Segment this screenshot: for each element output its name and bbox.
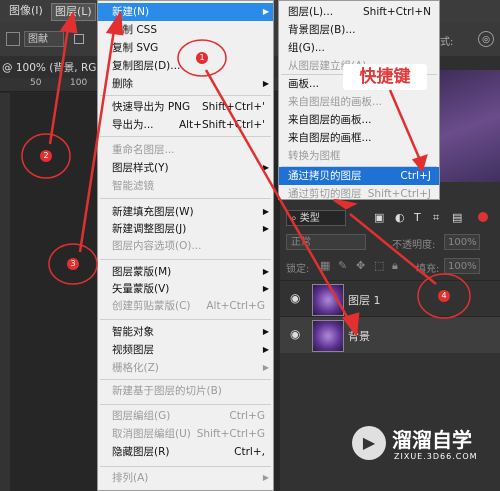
annotation-marker: 3 xyxy=(67,258,79,270)
annotation-overlay xyxy=(21,10,471,338)
annotation-arrow xyxy=(48,27,70,145)
annotation-arrowhead xyxy=(333,198,358,210)
annotation-arrow xyxy=(388,89,422,161)
watermark-brand: 溜溜自学 xyxy=(392,428,472,452)
annotation-arrow xyxy=(204,69,352,323)
annotation-marker: 4 xyxy=(438,290,450,302)
watermark-url: ZIXUE.3D66.COM xyxy=(394,452,478,461)
annotation-arrowhead xyxy=(105,10,124,36)
watermark: ▶ 溜溜自学 ZIXUE.3D66.COM xyxy=(350,422,498,468)
annotation-arrow xyxy=(349,213,437,285)
annotation-marker: 2 xyxy=(40,150,52,162)
play-logo-icon: ▶ xyxy=(352,426,386,460)
annotation-arrowhead xyxy=(59,10,78,34)
annotation-arrowhead xyxy=(341,312,360,338)
annotation-arrowhead xyxy=(411,154,428,173)
annotation-marker: 1 xyxy=(196,52,208,64)
annotation-arrow xyxy=(78,29,116,253)
